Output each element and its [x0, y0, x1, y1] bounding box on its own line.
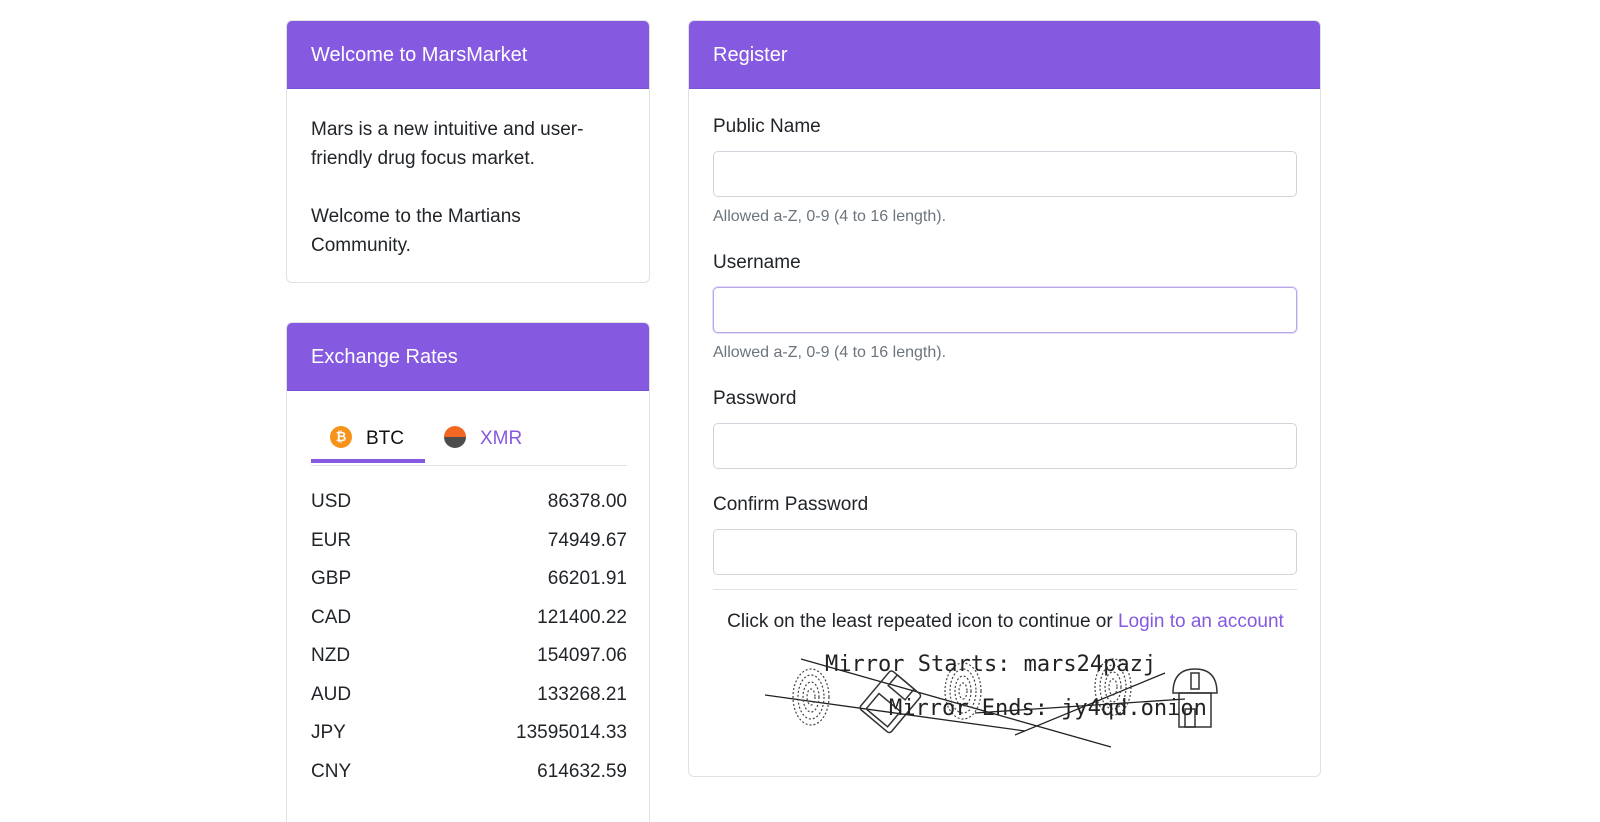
exchange-rates-card: Exchange Rates ₿ BTC XMR USD 86378.00 EUR…	[286, 322, 650, 822]
captcha-instruction-text: Click on the least repeated icon to cont…	[727, 611, 1113, 632]
rate-value: 133268.21	[537, 683, 627, 705]
rate-currency: AUD	[311, 683, 352, 705]
rate-row-gbp: GBP 66201.91	[311, 560, 627, 599]
public-name-hint: Allowed a-Z, 0-9 (4 to 16 length).	[713, 208, 947, 225]
rate-currency: CAD	[311, 606, 352, 628]
confirm-password-label: Confirm Password	[713, 494, 869, 515]
username-input[interactable]	[713, 287, 1297, 333]
tab-xmr-label: XMR	[480, 428, 523, 449]
welcome-paragraph-community: Welcome to the Martians Community.	[311, 206, 521, 256]
rate-row-jpy: JPY 13595014.33	[311, 714, 627, 753]
captcha-mirror-end: Mirror Ends: jy4qd.onion	[889, 696, 1207, 721]
tab-xmr[interactable]: XMR	[425, 415, 537, 463]
bitcoin-icon: ₿	[330, 425, 352, 448]
rate-row-eur: EUR 74949.67	[311, 522, 627, 561]
fingerprint-icon[interactable]	[792, 668, 830, 726]
rate-row-cad: CAD 121400.22	[311, 599, 627, 638]
register-title: Register	[689, 21, 1320, 89]
captcha-image[interactable]: Mirror Starts: mars24pazj Mirror Ends: j…	[765, 651, 1245, 771]
rate-row-usd: USD 86378.00	[311, 483, 627, 522]
captcha-instruction: Click on the least repeated icon to cont…	[689, 611, 1320, 633]
welcome-paragraph-intro: Mars is a new intuitive and user-friendl…	[311, 119, 584, 169]
rate-value: 13595014.33	[516, 722, 627, 744]
captcha-mirror-start: Mirror Starts: mars24pazj	[825, 652, 1156, 677]
tab-btc[interactable]: ₿ BTC	[311, 415, 425, 463]
public-name-input[interactable]	[713, 151, 1297, 197]
rate-row-aud: AUD 133268.21	[311, 676, 627, 715]
rate-currency: USD	[311, 491, 352, 513]
rate-value: 74949.67	[547, 529, 627, 551]
currency-tabs: ₿ BTC XMR	[311, 415, 627, 466]
form-divider	[713, 589, 1297, 590]
rate-value: 614632.59	[537, 760, 627, 782]
rate-row-nzd: NZD 154097.06	[311, 637, 627, 676]
rate-currency: GBP	[311, 568, 352, 590]
rates-table: USD 86378.00 EUR 74949.67 GBP 66201.91 C…	[311, 483, 627, 791]
rate-row-cny: CNY 614632.59	[311, 753, 627, 792]
register-card: Register Public Name Allowed a-Z, 0-9 (4…	[688, 20, 1321, 777]
welcome-card: Welcome to MarsMarket Mars is a new intu…	[286, 20, 650, 283]
exchange-rates-title: Exchange Rates	[287, 323, 649, 391]
rate-currency: EUR	[311, 529, 352, 551]
monero-icon	[444, 425, 466, 448]
rate-value: 121400.22	[537, 606, 627, 628]
confirm-password-input[interactable]	[713, 529, 1297, 575]
rate-value: 86378.00	[547, 491, 627, 513]
rate-currency: JPY	[311, 722, 346, 744]
welcome-card-title: Welcome to MarsMarket	[287, 21, 649, 89]
welcome-card-body: Mars is a new intuitive and user-friendl…	[287, 89, 649, 260]
register-form: Public Name Allowed a-Z, 0-9 (4 to 16 le…	[689, 89, 1320, 575]
rate-currency: NZD	[311, 645, 351, 667]
username-label: Username	[713, 252, 801, 273]
rate-value: 66201.91	[547, 568, 627, 590]
public-name-label: Public Name	[713, 116, 821, 137]
password-label: Password	[713, 388, 797, 409]
username-hint: Allowed a-Z, 0-9 (4 to 16 length).	[713, 344, 947, 361]
tab-btc-label: BTC	[366, 428, 404, 449]
rate-currency: CNY	[311, 760, 352, 782]
login-link[interactable]: Login to an account	[1118, 611, 1284, 632]
password-input[interactable]	[713, 423, 1297, 469]
rate-value: 154097.06	[537, 645, 627, 667]
